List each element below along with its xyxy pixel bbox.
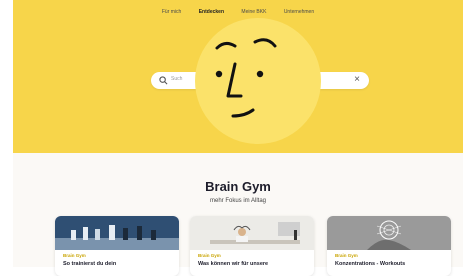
- main-content: Brain Gym mehr Fokus im Alltag Brain Gym…: [13, 153, 463, 276]
- card-category: Brain Gym: [63, 253, 86, 258]
- search-input[interactable]: Such: [171, 76, 182, 82]
- card-category: Brain Gym: [198, 253, 221, 258]
- article-card[interactable]: Brain Gym Konzentrations - Workouts: [327, 216, 451, 276]
- card-title: Konzentrations - Workouts: [335, 261, 406, 267]
- nav-item-fuer-mich[interactable]: Für mich: [162, 9, 181, 15]
- nav-item-unternehmen[interactable]: Unternehmen: [284, 9, 314, 15]
- top-navigation: Für mich Entdecken Meine BKK Unternehmen: [13, 9, 463, 15]
- search-icon: [159, 76, 168, 85]
- mascot-face-illustration: [195, 18, 321, 144]
- nav-item-meine-bkk[interactable]: Meine BKK: [241, 9, 266, 15]
- card-title: So trainierst du dein: [63, 261, 117, 267]
- article-card[interactable]: Brain Gym So trainierst du dein: [55, 216, 179, 276]
- face-features-icon: [215, 38, 277, 118]
- card-category: Brain Gym: [335, 253, 358, 258]
- article-card[interactable]: Brain Gym Was können wir für unsere: [190, 216, 314, 276]
- chess-image: [55, 216, 179, 250]
- page-subtitle: mehr Fokus im Alltag: [209, 198, 267, 204]
- close-icon[interactable]: ×: [354, 74, 360, 85]
- desk-image: [190, 216, 314, 250]
- brain-hand-image: [327, 216, 451, 250]
- hero-banner: Für mich Entdecken Meine BKK Unternehmen…: [13, 0, 463, 153]
- card-title: Was können wir für unsere: [198, 261, 269, 267]
- nav-item-entdecken[interactable]: Entdecken: [199, 9, 224, 15]
- page-title: Brain Gym: [205, 179, 271, 194]
